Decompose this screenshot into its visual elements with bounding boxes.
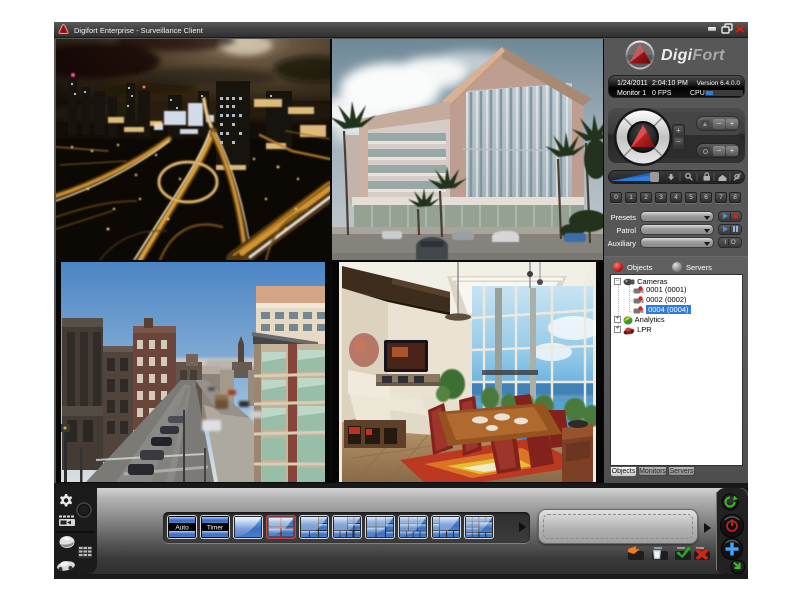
svg-text:Timer: Timer [207, 525, 224, 532]
svg-text:Auto: Auto [175, 525, 189, 532]
